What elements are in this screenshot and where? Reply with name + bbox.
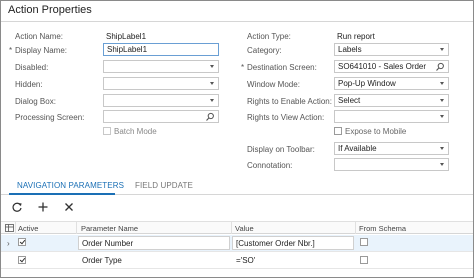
row-active-checkbox[interactable] [18,238,26,246]
plus-icon[interactable] [37,201,49,213]
dialog-title: Action Properties [8,4,92,16]
row-active-checkbox[interactable] [18,256,26,264]
parameter-value: [Customer Order Nbr.] [236,239,315,248]
required-marker: * [241,63,245,72]
from-schema-checkbox[interactable] [360,256,368,264]
column-header-value[interactable]: Value [235,224,254,233]
column-header-active[interactable]: Active [18,224,38,233]
dialog-box-label: Dialog Box: [15,97,56,106]
destination-screen-label: Destination Screen: [247,63,317,72]
batch-mode-label: Batch Mode [114,127,157,136]
parameter-value[interactable]: ='SO' [236,256,255,265]
grid-header: Active Parameter Name Value From Schema [1,221,473,234]
display-toolbar-select[interactable]: If Available [334,142,449,155]
column-divider [15,221,16,234]
chevron-down-icon [440,48,444,51]
chevron-down-icon [440,82,444,85]
value-cell[interactable]: [Customer Order Nbr.] [232,236,354,250]
parameter-name-cell[interactable]: Order Number [78,236,230,250]
chevron-down-icon [440,99,444,102]
chevron-down-icon [210,65,214,68]
rights-enable-value: Select [338,96,361,105]
column-header-from-schema[interactable]: From Schema [359,224,406,233]
from-schema-checkbox[interactable] [360,238,368,246]
tab-field-update[interactable]: FIELD UPDATE [135,181,193,190]
column-divider [231,221,232,234]
action-properties-dialog: Action Properties Action Name: ShipLabel… [0,0,474,278]
expose-mobile-checkbox[interactable] [334,127,342,135]
expose-mobile-label: Expose to Mobile [345,127,407,136]
row-marker-icon: › [7,239,10,248]
action-type-value: Run report [337,32,375,41]
rights-view-select[interactable] [334,110,449,123]
connotation-select[interactable] [334,158,449,171]
display-toolbar-label: Display on Toolbar: [247,145,315,154]
category-select-value: Labels [338,45,362,54]
rights-view-label: Rights to View Action: [247,113,325,122]
table-row[interactable]: Order Type ='SO' [1,252,473,269]
disabled-label: Disabled: [15,63,49,72]
chevron-down-icon [210,99,214,102]
chevron-down-icon [440,147,444,150]
active-tab-indicator [9,193,115,195]
display-name-input-text: ShipLabel1 [107,45,148,54]
display-name-label: Display Name: [15,46,68,55]
column-settings-icon[interactable] [5,224,14,232]
destination-screen-value: SO641010 - Sales Order [338,62,427,71]
action-type-label: Action Type: [247,32,291,41]
chevron-down-icon [440,163,444,166]
parameter-name-value[interactable]: Order Type [82,256,122,265]
window-mode-value: Pop-Up Window [338,79,396,88]
action-name-label: Action Name: [15,32,64,41]
window-mode-label: Window Mode: [247,80,300,89]
batch-mode-checkbox[interactable] [103,127,111,135]
column-divider [76,221,77,234]
dialog-box-select[interactable] [103,94,219,107]
category-label: Category: [247,46,282,55]
chevron-down-icon [210,82,214,85]
processing-screen-label: Processing Screen: [15,113,85,122]
display-name-input[interactable]: ShipLabel1 [103,43,219,56]
destination-screen-input[interactable]: SO641010 - Sales Order [334,60,449,73]
refresh-icon[interactable] [11,201,23,213]
rights-enable-select[interactable]: Select [334,94,449,107]
column-divider [355,221,356,234]
hidden-label: Hidden: [15,80,43,89]
processing-screen-input[interactable] [103,110,219,123]
connotation-label: Connotation: [247,161,293,170]
rights-enable-label: Rights to Enable Action: [247,97,332,106]
window-mode-select[interactable]: Pop-Up Window [334,77,449,90]
hidden-select[interactable] [103,77,219,90]
chevron-down-icon [440,115,444,118]
parameter-name-value: Order Number [82,239,134,248]
required-marker: * [9,46,13,55]
search-icon[interactable] [435,62,445,72]
table-row[interactable]: › Order Number [Customer Order Nbr.] [1,235,473,252]
tab-navigation-parameters[interactable]: NAVIGATION PARAMETERS [17,181,124,190]
column-header-parameter-name[interactable]: Parameter Name [81,224,138,233]
search-icon[interactable] [205,112,215,122]
category-select[interactable]: Labels [334,43,449,56]
display-toolbar-value: If Available [338,144,377,153]
close-icon[interactable] [63,201,75,213]
action-name-value: ShipLabel1 [106,32,147,41]
disabled-select[interactable] [103,60,219,73]
title-divider [1,21,473,22]
